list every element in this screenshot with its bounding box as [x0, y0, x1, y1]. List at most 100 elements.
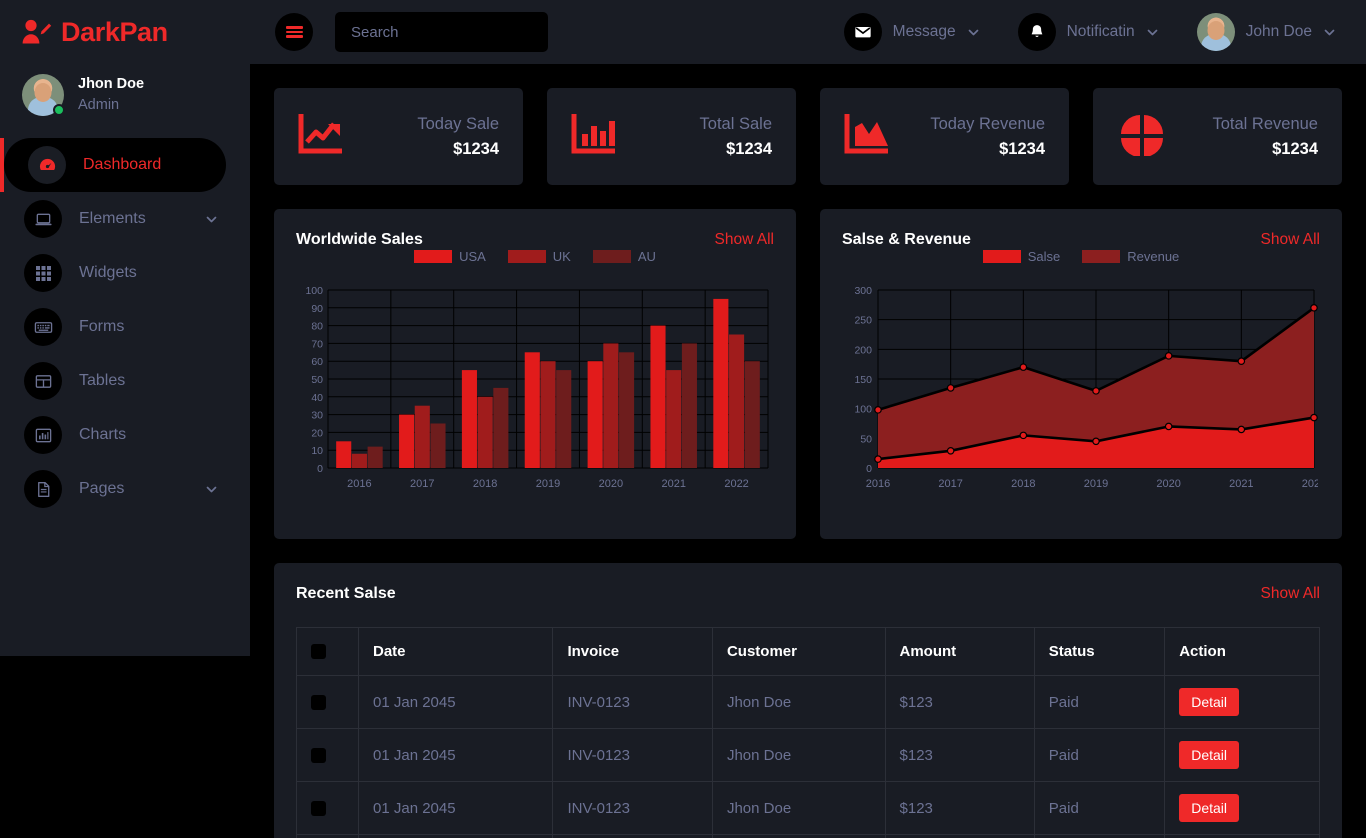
stat-label: Total Revenue: [1213, 112, 1319, 137]
online-status-dot: [53, 104, 65, 116]
worldwide-sales-chart: 0102030405060708090100201620172018201920…: [296, 284, 772, 496]
table-row: 01 Jan 2045INV-0123Jhon Doe$123PaidDetai…: [297, 782, 1320, 835]
detail-button[interactable]: Detail: [1179, 741, 1239, 769]
sidebar-item-label: Dashboard: [83, 156, 226, 174]
show-all-link[interactable]: Show All: [1261, 231, 1320, 249]
bell-icon: [1018, 13, 1056, 51]
legend-label: UK: [553, 249, 571, 264]
cell-date: 01 Jan 2045: [359, 729, 553, 782]
worldwide-sales-panel: Worldwide Sales Show All USA UK AU 01020…: [274, 209, 796, 539]
sidebar-item-elements[interactable]: Elements: [0, 192, 226, 246]
select-all-header: [297, 628, 359, 676]
chart-bar-icon: [571, 112, 621, 161]
cell-date: 01 Jan 2045: [359, 782, 553, 835]
cell-date: 01 Jan 2045: [359, 676, 553, 729]
svg-text:40: 40: [311, 392, 323, 404]
cell-invoice: INV-0123: [553, 676, 713, 729]
message-dropdown[interactable]: Message: [844, 13, 988, 51]
sales-revenue-chart: 0501001502002503002016201720182019202020…: [842, 284, 1318, 496]
legend-item[interactable]: Salse: [983, 249, 1061, 264]
sidebar-item-label: Widgets: [79, 264, 226, 282]
recent-sales-table: Date Invoice Customer Amount Status Acti…: [296, 627, 1320, 838]
navbar-actions: Message Notificatin John Doe: [814, 13, 1366, 51]
row-checkbox[interactable]: [311, 695, 326, 710]
chevron-down-icon: [967, 26, 980, 39]
sidebar-item-label: Forms: [79, 318, 226, 336]
user-edit-icon: [22, 18, 52, 46]
grid-icon: [24, 254, 62, 292]
svg-text:200: 200: [854, 344, 872, 356]
column-header-amount: Amount: [885, 628, 1034, 676]
avatar: [22, 74, 64, 116]
page-title: Recent Salse: [296, 585, 396, 603]
tachometer-icon: [28, 146, 66, 184]
svg-text:2022: 2022: [724, 478, 748, 490]
top-navbar: Message Notificatin John Doe: [250, 0, 1366, 64]
row-checkbox-cell: [297, 782, 359, 835]
cell-status: Paid: [1034, 729, 1164, 782]
brand-name: DarkPan: [61, 19, 168, 46]
sidebar: DarkPan Jhon Doe Admin Dashboard Element…: [0, 0, 250, 656]
notification-dropdown[interactable]: Notificatin: [1018, 13, 1167, 51]
svg-text:150: 150: [854, 374, 872, 386]
legend-label: Salse: [1028, 249, 1061, 264]
detail-button[interactable]: Detail: [1179, 688, 1239, 716]
legend-item[interactable]: USA: [414, 249, 486, 264]
svg-text:250: 250: [854, 315, 872, 327]
detail-button[interactable]: Detail: [1179, 794, 1239, 822]
legend-item[interactable]: Revenue: [1082, 249, 1179, 264]
cell-action: Detail: [1165, 782, 1320, 835]
legend-item[interactable]: UK: [508, 249, 571, 264]
legend-item[interactable]: AU: [593, 249, 656, 264]
chart-bar-icon: [24, 416, 62, 454]
sidebar-item-label: Pages: [79, 480, 188, 498]
stat-card-total-sale[interactable]: Total Sale $1234: [547, 88, 796, 185]
row-checkbox[interactable]: [311, 748, 326, 763]
user-dropdown[interactable]: John Doe: [1197, 13, 1344, 51]
sidebar-item-label: Tables: [79, 372, 226, 390]
select-all-checkbox[interactable]: [311, 644, 326, 659]
cell-invoice: INV-0123: [553, 782, 713, 835]
sidebar-item-tables[interactable]: Tables: [0, 354, 226, 408]
row-checkbox[interactable]: [311, 801, 326, 816]
sidebar-item-dashboard[interactable]: Dashboard: [4, 138, 226, 192]
svg-text:20: 20: [311, 427, 323, 439]
cell-action: Detail: [1165, 676, 1320, 729]
table-header-row: Date Invoice Customer Amount Status Acti…: [297, 628, 1320, 676]
stat-card-total-revenue[interactable]: Total Revenue $1234: [1093, 88, 1342, 185]
sidebar-item-pages[interactable]: Pages: [0, 462, 226, 516]
profile-role: Admin: [78, 95, 144, 116]
stat-card-today-revenue[interactable]: Today Revenue $1234: [820, 88, 1069, 185]
sidebar-item-widgets[interactable]: Widgets: [0, 246, 226, 300]
svg-text:2019: 2019: [536, 478, 560, 490]
page-title: Worldwide Sales: [296, 231, 423, 249]
svg-text:2019: 2019: [1084, 478, 1108, 490]
svg-text:2020: 2020: [599, 478, 623, 490]
brand-logo[interactable]: DarkPan: [0, 0, 250, 64]
legend-label: USA: [459, 249, 486, 264]
avatar: [1197, 13, 1235, 51]
svg-text:100: 100: [305, 285, 323, 297]
cell-customer: Jhon Doe: [712, 782, 885, 835]
search-input[interactable]: [335, 12, 548, 52]
legend-swatch: [593, 250, 631, 263]
sidebar-item-charts[interactable]: Charts: [0, 408, 226, 462]
svg-text:2021: 2021: [1229, 478, 1253, 490]
show-all-link[interactable]: Show All: [715, 231, 774, 249]
table-row: 01 Jan 2045INV-0123Jhon Doe$123PaidDetai…: [297, 729, 1320, 782]
svg-text:2017: 2017: [410, 478, 434, 490]
stat-value: $1234: [417, 137, 499, 162]
show-all-link[interactable]: Show All: [1261, 585, 1320, 603]
message-label: Message: [893, 23, 956, 41]
stat-card-today-sale[interactable]: Today Sale $1234: [274, 88, 523, 185]
sidebar-profile[interactable]: Jhon Doe Admin: [0, 64, 250, 130]
table-icon: [24, 362, 62, 400]
sales-revenue-panel: Salse & Revenue Show All Salse Revenue 0…: [820, 209, 1342, 539]
hamburger-icon[interactable]: [275, 13, 313, 51]
svg-text:2018: 2018: [1011, 478, 1035, 490]
cell-amount: $123: [885, 782, 1034, 835]
sidebar-item-forms[interactable]: Forms: [0, 300, 226, 354]
chart-pie-icon: [1117, 112, 1167, 161]
chart-area-icon: [844, 112, 894, 161]
cell-invoice: INV-0123: [553, 729, 713, 782]
